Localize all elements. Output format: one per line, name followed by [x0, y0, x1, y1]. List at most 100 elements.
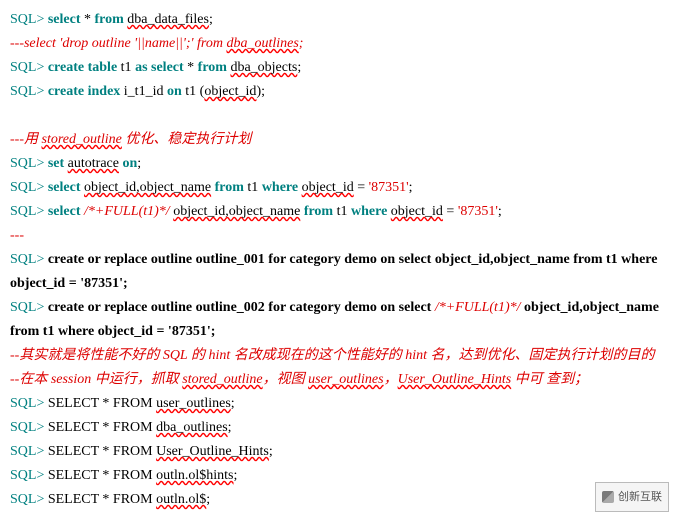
code-segment: '87351' — [369, 180, 409, 195]
code-segment: ; — [269, 444, 273, 459]
code-line: SQL> create or replace outline outline_0… — [10, 296, 671, 344]
code-segment: ; — [209, 12, 213, 27]
code-line: --- — [10, 224, 671, 248]
code-segment: ---select 'drop outline '||name||';' fro… — [10, 36, 226, 51]
code-segment: /*+FULL(t1)*/ — [435, 300, 521, 315]
code-segment: stored_outline — [42, 132, 122, 147]
code-segment — [10, 108, 14, 123]
code-segment: dba_objects — [230, 60, 297, 75]
code-segment: autotrace — [68, 156, 119, 171]
code-segment: on — [122, 156, 137, 171]
code-segment: object_id,object_name — [84, 180, 211, 195]
code-segment: select — [48, 204, 81, 219]
code-line — [10, 104, 671, 128]
code-segment: 中可 查到； — [511, 372, 588, 387]
code-segment: SQL> — [10, 84, 44, 99]
logo-icon — [602, 491, 614, 503]
code-segment: set — [48, 156, 64, 171]
code-segment: SELECT * FROM — [44, 396, 156, 411]
code-line: SQL> select /*+FULL(t1)*/ object_id,obje… — [10, 200, 671, 224]
code-segment: t1 ( — [182, 84, 205, 99]
code-line: SQL> select object_id,object_name from t… — [10, 176, 671, 200]
code-block: SQL> select * from dba_data_files;---sel… — [10, 8, 671, 512]
code-segment: 优化、稳定执行计划 — [122, 132, 252, 147]
code-segment: on — [167, 84, 182, 99]
code-segment: ，视图 — [263, 372, 309, 387]
code-segment: ; — [409, 180, 413, 195]
code-segment: create table — [48, 60, 117, 75]
code-segment: SQL> — [10, 204, 44, 219]
code-segment: dba_data_files — [127, 12, 209, 27]
code-segment: select — [48, 180, 81, 195]
code-segment: /*+FULL(t1)*/ — [84, 204, 170, 219]
code-segment: User_Outline_Hints — [156, 444, 269, 459]
code-segment: * — [184, 60, 198, 75]
code-segment: SQL> — [10, 156, 44, 171]
code-segment: = — [354, 180, 369, 195]
code-line: SQL> SELECT * FROM User_Outline_Hints; — [10, 440, 671, 464]
code-line: SQL> create table t1 as select * from db… — [10, 56, 671, 80]
code-segment: user_outlines — [308, 372, 383, 387]
code-segment: ); — [256, 84, 265, 99]
code-segment: from — [198, 60, 227, 75]
code-segment: outln.ol$hints — [156, 468, 233, 483]
code-segment: where — [262, 180, 298, 195]
code-segment: t1 — [333, 204, 351, 219]
watermark-text: 创新互联 — [618, 485, 662, 509]
code-segment: --其实就是将性能不好的 SQL 的 hint 名改成现在的这个性能好的 hin… — [10, 348, 655, 363]
code-segment: stored_outline — [182, 372, 262, 387]
watermark-badge: 创新互联 — [595, 482, 669, 512]
code-segment: object_id — [391, 204, 443, 219]
code-segment: SQL> — [10, 12, 44, 27]
code-segment: ; — [297, 60, 301, 75]
code-segment: ; — [299, 36, 304, 51]
code-line: SQL> set autotrace on; — [10, 152, 671, 176]
code-segment: ; — [231, 396, 235, 411]
code-segment: --- — [10, 228, 24, 243]
code-segment: outln.ol$ — [156, 492, 206, 507]
code-segment: create or replace outline outline_002 fo… — [48, 300, 435, 315]
code-segment: select — [48, 12, 81, 27]
code-segment: dba_outlines — [156, 420, 228, 435]
code-segment: t1 — [244, 180, 262, 195]
code-segment: SQL> — [10, 396, 44, 411]
code-line: SQL> create index i_t1_id on t1 (object_… — [10, 80, 671, 104]
code-line: --其实就是将性能不好的 SQL 的 hint 名改成现在的这个性能好的 hin… — [10, 344, 671, 368]
code-segment: SQL> — [10, 492, 44, 507]
code-segment: SELECT * FROM — [44, 444, 156, 459]
code-line: --在本 session 中运行，抓取 stored_outline，视图 us… — [10, 368, 671, 392]
code-segment: '87351' — [458, 204, 498, 219]
code-line: SQL> create or replace outline outline_0… — [10, 248, 671, 296]
code-segment: where — [351, 204, 387, 219]
code-segment: ; — [234, 468, 238, 483]
code-segment: as select — [135, 60, 184, 75]
code-segment: object_id — [302, 180, 354, 195]
code-line: ---用 stored_outline 优化、稳定执行计划 — [10, 128, 671, 152]
code-segment: User_Outline_Hints — [398, 372, 512, 387]
code-line: SQL> SELECT * FROM dba_outlines; — [10, 416, 671, 440]
code-segment: user_outlines — [156, 396, 231, 411]
code-segment: SQL> — [10, 180, 44, 195]
code-segment: = — [443, 204, 458, 219]
code-segment: SELECT * FROM — [44, 468, 156, 483]
code-segment: SQL> — [10, 468, 44, 483]
code-segment: SQL> — [10, 252, 44, 267]
code-segment: from — [95, 12, 124, 27]
code-segment: create index — [48, 84, 120, 99]
code-segment: SQL> — [10, 420, 44, 435]
code-segment: ; — [137, 156, 141, 171]
code-segment: SELECT * FROM — [44, 492, 156, 507]
code-segment: create or replace outline outline_001 fo… — [10, 252, 657, 291]
code-segment: ; — [228, 420, 232, 435]
code-segment: SQL> — [10, 444, 44, 459]
code-segment: * — [81, 12, 95, 27]
code-segment: SELECT * FROM — [44, 420, 156, 435]
code-line: SQL> select * from dba_data_files; — [10, 8, 671, 32]
code-segment: from — [215, 180, 244, 195]
code-line: SQL> SELECT * FROM outln.ol$hints; — [10, 464, 671, 488]
code-segment: ---用 — [10, 132, 42, 147]
code-line: SQL> SELECT * FROM user_outlines; — [10, 392, 671, 416]
code-segment: object_id,object_name — [173, 204, 300, 219]
code-segment: SQL> — [10, 300, 44, 315]
code-segment: object_id — [204, 84, 256, 99]
